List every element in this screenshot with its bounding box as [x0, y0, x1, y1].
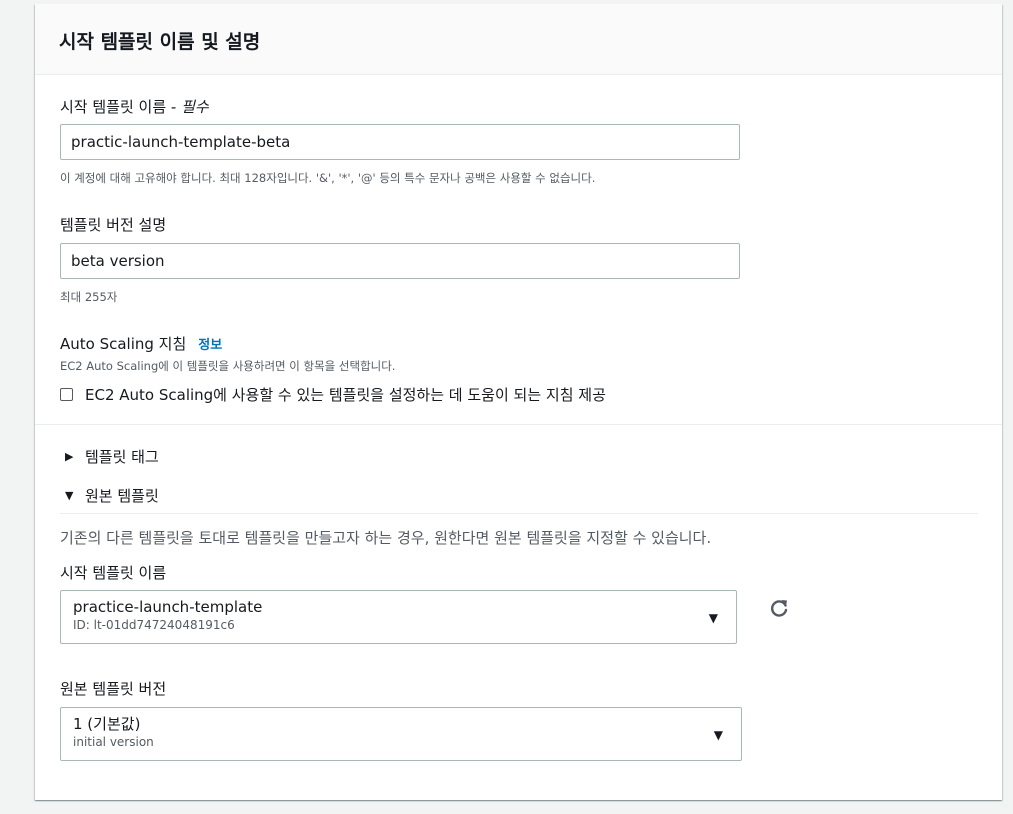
template-name-label: 시작 템플릿 이름 - 필수: [60, 96, 209, 117]
panel-header: 시작 템플릿 이름 및 설명: [35, 4, 1002, 75]
template-tags-label[interactable]: 템플릿 태그: [85, 446, 159, 467]
version-description-hint: 최대 255자: [60, 290, 118, 304]
source-template-description: 기존의 다른 템플릿을 토대로 템플릿을 만들고자 하는 경우, 원한다면 원본…: [60, 529, 712, 547]
auto-scaling-checkbox-row[interactable]: EC2 Auto Scaling에 사용할 수 있는 템플릿을 설정하는 데 도…: [60, 384, 606, 405]
refresh-icon-svg: [771, 600, 788, 617]
source-template-expander[interactable]: ▼ 원본 템플릿: [65, 485, 159, 506]
source-template-label[interactable]: 원본 템플릿: [85, 485, 159, 506]
auto-scaling-checkbox-label[interactable]: EC2 Auto Scaling에 사용할 수 있는 템플릿을 설정하는 데 도…: [85, 384, 606, 405]
section-title: 시작 템플릿 이름 및 설명: [59, 30, 261, 53]
source-template-divider: [60, 513, 978, 514]
dropdown-arrow-icon: ▼: [713, 728, 723, 742]
source-template-version-sub: initial version: [73, 735, 154, 749]
caret-right-icon: ▶: [65, 450, 74, 463]
auto-scaling-label-row: Auto Scaling 지침 정보: [60, 333, 222, 354]
template-name-value: practic-launch-template-beta: [71, 133, 291, 151]
caret-down-icon: ▼: [65, 489, 74, 502]
version-description-input[interactable]: beta version: [60, 243, 740, 279]
source-template-name-value: practice-launch-template: [73, 598, 263, 616]
section-divider: [35, 424, 1002, 425]
template-tags-expander[interactable]: ▶ 템플릿 태그: [65, 446, 159, 467]
info-link[interactable]: 정보: [198, 334, 222, 353]
refresh-icon[interactable]: [767, 596, 793, 622]
source-template-version-value: 1 (기본값): [73, 715, 141, 733]
auto-scaling-label: Auto Scaling 지침: [60, 335, 187, 353]
version-description-label: 템플릿 버전 설명: [60, 216, 167, 234]
source-template-id: ID: lt-01dd74724048191c6: [73, 618, 235, 632]
required-label: 필수: [181, 98, 209, 116]
auto-scaling-checkbox[interactable]: [60, 388, 73, 401]
template-name-input[interactable]: practic-launch-template-beta: [60, 124, 740, 160]
version-description-value: beta version: [71, 252, 165, 270]
source-template-name-label: 시작 템플릿 이름: [60, 564, 167, 582]
template-name-label-text: 시작 템플릿 이름 -: [60, 98, 182, 116]
auto-scaling-hint: EC2 Auto Scaling에 이 템플릿을 사용하려면 이 항목을 선택합…: [60, 359, 396, 373]
source-template-select[interactable]: practice-launch-template ID: lt-01dd7472…: [60, 590, 737, 644]
source-template-version-label: 원본 템플릿 버전: [60, 680, 167, 698]
source-template-version-select[interactable]: 1 (기본값) initial version ▼: [60, 707, 742, 761]
template-name-hint: 이 계정에 대해 고유해야 합니다. 최대 128자입니다. '&', '*',…: [60, 171, 596, 185]
launch-template-panel: 시작 템플릿 이름 및 설명 시작 템플릿 이름 - 필수 practic-la…: [35, 4, 1002, 800]
dropdown-arrow-icon: ▼: [708, 611, 718, 625]
